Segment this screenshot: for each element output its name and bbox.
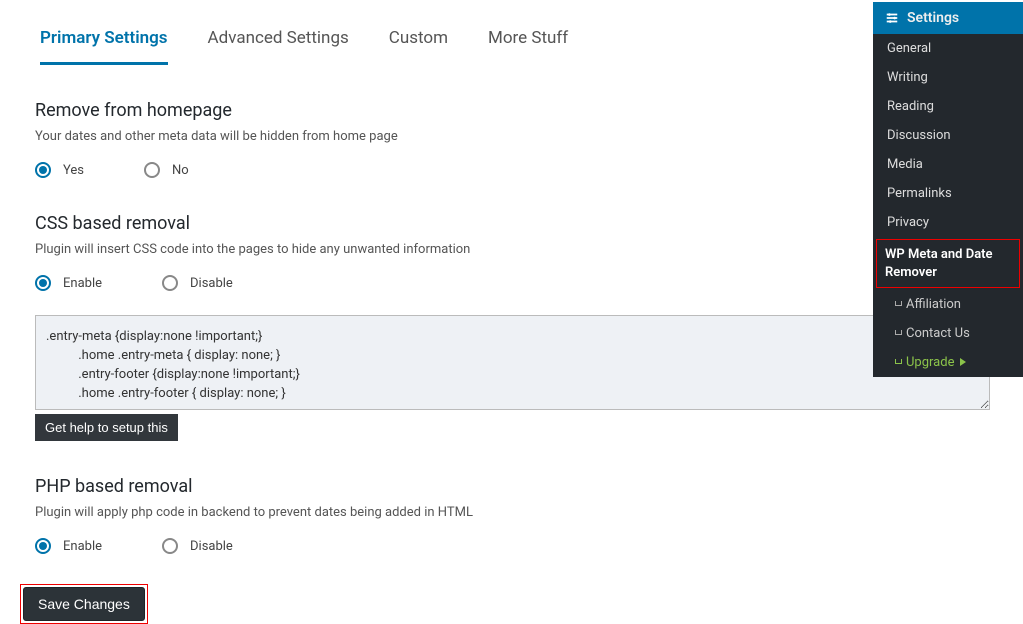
radio-php-disable[interactable]: Disable bbox=[162, 538, 233, 554]
save-changes-button[interactable]: Save Changes bbox=[23, 587, 145, 621]
tab-custom[interactable]: Custom bbox=[389, 20, 448, 65]
radio-css-enable[interactable]: Enable bbox=[35, 275, 102, 291]
sidebar-sub-label: Upgrade bbox=[906, 355, 954, 370]
save-highlight: Save Changes bbox=[20, 584, 148, 624]
radio-icon bbox=[35, 538, 51, 554]
submenu-arrow-icon bbox=[895, 301, 902, 306]
submenu-arrow-icon bbox=[895, 359, 902, 364]
radio-homepage-no[interactable]: No bbox=[144, 162, 189, 178]
section-title: PHP based removal bbox=[35, 476, 870, 497]
section-title: Remove from homepage bbox=[35, 100, 870, 121]
settings-tabs: Primary Settings Advanced Settings Custo… bbox=[20, 20, 870, 65]
sidebar-item-privacy[interactable]: Privacy bbox=[873, 208, 1023, 237]
radio-icon bbox=[35, 275, 51, 291]
sidebar-header-label: Settings bbox=[907, 10, 959, 26]
radio-icon bbox=[35, 162, 51, 178]
radio-icon bbox=[162, 538, 178, 554]
upgrade-arrow-icon bbox=[960, 358, 966, 366]
settings-icon bbox=[885, 11, 899, 25]
radio-php-enable[interactable]: Enable bbox=[35, 538, 102, 554]
admin-sidebar: Settings General Writing Reading Discuss… bbox=[873, 2, 1023, 377]
radio-homepage-yes[interactable]: Yes bbox=[35, 162, 84, 178]
sidebar-item-writing[interactable]: Writing bbox=[873, 63, 1023, 92]
sidebar-item-affiliation[interactable]: Affiliation bbox=[873, 290, 1023, 319]
sidebar-item-permalinks[interactable]: Permalinks bbox=[873, 179, 1023, 208]
sidebar-header-settings[interactable]: Settings bbox=[873, 2, 1023, 34]
section-php-removal: PHP based removal Plugin will apply php … bbox=[20, 476, 870, 554]
radio-label: Enable bbox=[63, 539, 102, 554]
sidebar-item-general[interactable]: General bbox=[873, 34, 1023, 63]
radio-label: No bbox=[172, 163, 189, 178]
section-remove-homepage: Remove from homepage Your dates and othe… bbox=[20, 100, 870, 178]
radio-icon bbox=[162, 275, 178, 291]
submenu-arrow-icon bbox=[895, 330, 902, 335]
radio-icon bbox=[144, 162, 160, 178]
section-desc: Plugin will insert CSS code into the pag… bbox=[35, 242, 870, 257]
radio-label: Enable bbox=[63, 276, 102, 291]
css-code-textarea[interactable] bbox=[35, 315, 990, 410]
tab-advanced-settings[interactable]: Advanced Settings bbox=[208, 20, 349, 65]
section-desc: Your dates and other meta data will be h… bbox=[35, 129, 870, 144]
sidebar-item-reading[interactable]: Reading bbox=[873, 92, 1023, 121]
sidebar-item-contact[interactable]: Contact Us bbox=[873, 319, 1023, 348]
tab-primary-settings[interactable]: Primary Settings bbox=[40, 20, 168, 65]
section-title: CSS based removal bbox=[35, 213, 870, 234]
sidebar-item-discussion[interactable]: Discussion bbox=[873, 121, 1023, 150]
sidebar-sub-label: Contact Us bbox=[906, 326, 970, 341]
radio-css-disable[interactable]: Disable bbox=[162, 275, 233, 291]
radio-label: Disable bbox=[190, 276, 233, 291]
help-setup-button[interactable]: Get help to setup this bbox=[35, 414, 178, 441]
tab-more-stuff[interactable]: More Stuff bbox=[488, 20, 568, 65]
sidebar-item-upgrade[interactable]: Upgrade bbox=[873, 348, 1023, 377]
sidebar-item-wp-meta-date-remover[interactable]: WP Meta and Date Remover bbox=[876, 239, 1020, 288]
sidebar-item-media[interactable]: Media bbox=[873, 150, 1023, 179]
sidebar-sub-label: Affiliation bbox=[906, 297, 961, 312]
radio-label: Disable bbox=[190, 539, 233, 554]
radio-label: Yes bbox=[63, 163, 84, 178]
section-css-removal: CSS based removal Plugin will insert CSS… bbox=[20, 213, 870, 441]
section-desc: Plugin will apply php code in backend to… bbox=[35, 505, 870, 520]
